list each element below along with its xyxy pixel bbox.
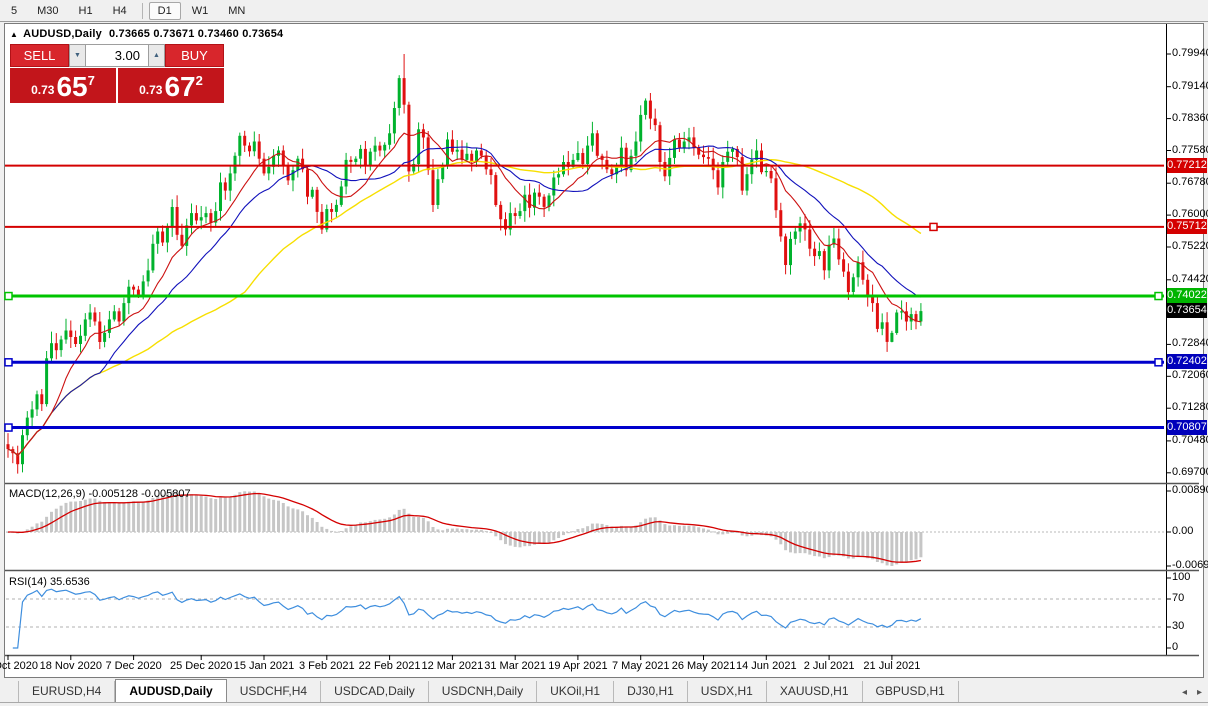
buy-price-big: 67	[164, 73, 195, 101]
macd-axis-max-label: 0.008903	[1172, 484, 1206, 496]
macd-panel	[6, 491, 1164, 566]
rsi-indicator-label: RSI(14) 35.6536	[9, 576, 90, 588]
one-click-trading-panel: SELL ▼ ▲ BUY 0.73657 0.73672	[10, 44, 224, 103]
volume-input[interactable]	[86, 44, 148, 67]
date-axis-label: 7 Dec 2020	[105, 660, 161, 672]
tab-usdchf-h4[interactable]: USDCHF,H4	[227, 681, 321, 702]
moving-average-lines	[8, 132, 921, 455]
current-price-badge: 0.73654	[1167, 303, 1207, 318]
date-axis-label: 14 Jun 2021	[736, 660, 797, 672]
toolbar-separator	[142, 3, 143, 19]
date-axis-label: 15 Jan 2021	[234, 660, 295, 672]
tab-scroll-left-icon[interactable]: ◂	[1182, 687, 1187, 698]
price-axis-tick-label: 0.79940	[1172, 47, 1206, 59]
rsi-panel	[6, 589, 1164, 648]
volume-up-button[interactable]: ▲	[148, 44, 165, 67]
date-axis-label: 7 May 2021	[612, 660, 669, 672]
rsi-axis-tick-label: 70	[1172, 592, 1206, 604]
chart-title: ▲ AUDUSD,Daily 0.73665 0.73671 0.73460 0.7…	[10, 28, 283, 40]
buy-price-pip: 2	[196, 73, 203, 88]
sell-price-big: 65	[56, 73, 87, 101]
tab-dj30-h1[interactable]: DJ30,H1	[614, 681, 688, 702]
macd-axis-min-label: -0.006977	[1172, 559, 1206, 571]
price-level-badge: 0.77212	[1167, 158, 1207, 173]
price-level-badge: 0.75712	[1167, 219, 1207, 234]
chart-symbol-label: AUDUSD,Daily	[23, 28, 102, 40]
tab-audusd-daily[interactable]: AUDUSD,Daily	[115, 679, 226, 702]
candles	[7, 54, 923, 474]
tab-eurusd-h4[interactable]: EURUSD,H4	[18, 681, 115, 702]
price-level-badge: 0.74022	[1167, 288, 1207, 303]
price-axis-tick-label: 0.70480	[1172, 434, 1206, 446]
volume-down-button[interactable]: ▼	[69, 44, 86, 67]
price-axis-tick-label: 0.78360	[1172, 112, 1206, 124]
price-axis-tick-label: 0.69700	[1172, 466, 1206, 478]
buy-price-prefix: 0.73	[139, 83, 162, 97]
date-axis-label: 18 Nov 2020	[40, 660, 102, 672]
rsi-axis-tick-label: 100	[1172, 571, 1206, 583]
price-level-badge: 0.70807	[1167, 420, 1207, 435]
price-level-badge: 0.72402	[1167, 354, 1207, 369]
horizontal-level-lines[interactable]	[5, 166, 1164, 431]
price-axis-tick-label: 0.72060	[1172, 369, 1206, 381]
timeframe-button-h4[interactable]: H4	[104, 2, 136, 20]
date-axis-label: 2 Jul 2021	[804, 660, 855, 672]
price-axis-tick-label: 0.77580	[1172, 144, 1206, 156]
sell-price-panel[interactable]: 0.73657	[10, 68, 116, 103]
tab-usdcad-daily[interactable]: USDCAD,Daily	[321, 681, 429, 702]
rsi-axis-tick-label: 30	[1172, 620, 1206, 632]
chart-frame	[5, 24, 1199, 660]
date-axis-label: 19 Apr 2021	[548, 660, 607, 672]
date-axis-label: 21 Jul 2021	[863, 660, 920, 672]
chart-ohlc-values: 0.73665 0.73671 0.73460 0.73654	[109, 28, 283, 40]
rsi-axis-tick-label: 0	[1172, 641, 1206, 653]
price-axis-tick-label: 0.72840	[1172, 337, 1206, 349]
price-axis-tick-label: 0.74420	[1172, 273, 1206, 285]
date-axis-label: 25 Dec 2020	[170, 660, 232, 672]
price-axis-tick-label: 0.79140	[1172, 80, 1206, 92]
tab-usdx-h1[interactable]: USDX,H1	[688, 681, 767, 702]
chart-canvas[interactable]	[0, 0, 1208, 706]
timeframe-button-w1[interactable]: W1	[183, 2, 218, 20]
buy-button[interactable]: BUY	[165, 44, 224, 67]
date-axis-label: 3 Feb 2021	[299, 660, 355, 672]
price-axis-tick-label: 0.71280	[1172, 401, 1206, 413]
collapse-arrow-icon[interactable]: ▲	[10, 30, 18, 39]
tab-usdcnh-daily[interactable]: USDCNH,Daily	[429, 681, 537, 702]
date-axis-label: 30 Oct 2020	[0, 660, 38, 672]
tab-xauusd-h1[interactable]: XAUUSD,H1	[767, 681, 863, 702]
tab-scroll-controls: ◂ ▸	[1182, 687, 1202, 698]
tab-gbpusd-h1[interactable]: GBPUSD,H1	[863, 681, 959, 702]
timeframe-button-h1[interactable]: H1	[70, 2, 102, 20]
timeframe-button-mn[interactable]: MN	[219, 2, 254, 20]
tab-ukoil-h1[interactable]: UKOil,H1	[537, 681, 614, 702]
date-axis-label: 12 Mar 2021	[421, 660, 483, 672]
timeframe-button-m30[interactable]: M30	[28, 2, 67, 20]
chart-tabbar: EURUSD,H4AUDUSD,DailyUSDCHF,H4USDCAD,Dai…	[0, 680, 1208, 703]
sell-button[interactable]: SELL	[10, 44, 69, 67]
tab-scroll-right-icon[interactable]: ▸	[1197, 687, 1202, 698]
mt4-screen: 5M30H1H4 D1W1MN ▲ AUDUSD,Daily 0.73665 0.73…	[0, 0, 1208, 706]
macd-indicator-label: MACD(12,26,9) -0.005128 -0.005807	[9, 488, 191, 500]
chart-tabs: EURUSD,H4AUDUSD,DailyUSDCHF,H4USDCAD,Dai…	[18, 679, 959, 702]
price-axis-tick-label: 0.76780	[1172, 176, 1206, 188]
date-axis-label: 26 May 2021	[672, 660, 736, 672]
date-axis-label: 31 Mar 2021	[484, 660, 546, 672]
sell-price-pip: 7	[88, 73, 95, 88]
timeframe-toolbar: 5M30H1H4 D1W1MN	[0, 0, 1208, 22]
sell-price-prefix: 0.73	[31, 83, 54, 97]
date-axis-label: 22 Feb 2021	[359, 660, 421, 672]
buy-price-panel[interactable]: 0.73672	[118, 68, 224, 103]
price-axis-tick-label: 0.75220	[1172, 240, 1206, 252]
timeframe-button-5[interactable]: 5	[2, 2, 26, 20]
timeframe-button-d1[interactable]: D1	[149, 2, 181, 20]
macd-axis-zero-label: 0.00	[1172, 525, 1206, 537]
